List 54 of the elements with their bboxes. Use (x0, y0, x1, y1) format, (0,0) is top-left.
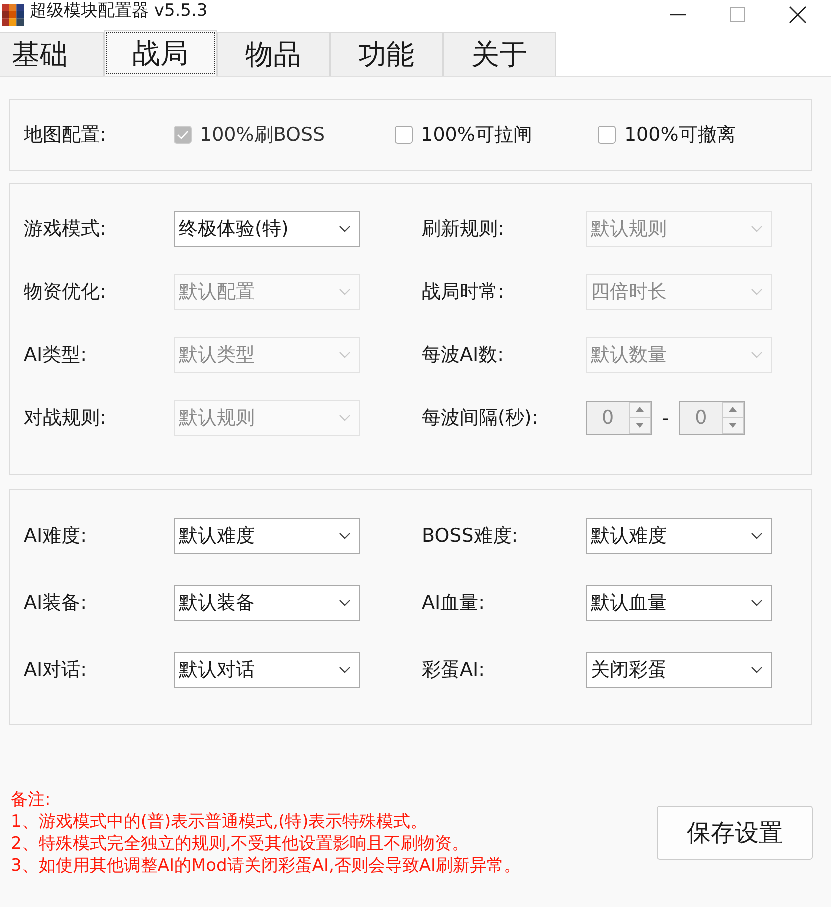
tab[interactable]: 功能 (330, 32, 443, 76)
tab[interactable]: 物品 (217, 32, 330, 76)
chevron-down-icon (339, 666, 351, 674)
chevron-down-icon (339, 532, 351, 540)
field-label: 对战规则: (24, 406, 108, 431)
app-icon (2, 4, 24, 26)
note-text: 备注: (11, 789, 52, 811)
note-text: 2、特殊模式完全独立的规则,不受其他设置影响且不刷物资。 (11, 833, 470, 855)
note-text: 3、如使用其他调整AI的Mod请关闭彩蛋AI,否则会导致AI刷新异常。 (11, 855, 522, 877)
chevron-down-icon (339, 599, 351, 607)
chevron-down-icon (751, 225, 763, 233)
field-label: 地图配置: (24, 123, 108, 148)
checkbox-label[interactable]: 100%可撤离 (624, 122, 736, 148)
field-label: AI装备: (24, 591, 88, 616)
field-label: 物资优化: (24, 280, 108, 305)
checkbox[interactable] (395, 126, 414, 144)
save-button[interactable]: 保存设置 (657, 806, 813, 860)
dropdown[interactable]: 默认血量 (586, 585, 772, 621)
field-label: 战局时常: (422, 280, 506, 305)
range-dash: - (662, 406, 670, 430)
chevron-down-icon (339, 351, 351, 359)
field-label: 彩蛋AI: (422, 658, 486, 683)
field-label: 游戏模式: (24, 217, 108, 242)
close-icon[interactable] (787, 4, 809, 26)
tab[interactable]: 关于 (443, 32, 556, 76)
note-text: 1、游戏模式中的(普)表示普通模式,(特)表示特殊模式。 (11, 811, 429, 833)
dropdown[interactable]: 默认对话 (174, 652, 360, 688)
chevron-down-icon (751, 532, 763, 540)
checkbox-label[interactable]: 100%可拉闸 (421, 122, 532, 148)
tab[interactable]: 基础 (0, 32, 104, 76)
chevron-down-icon (751, 666, 763, 674)
field-label: BOSS难度: (422, 524, 520, 549)
dropdown[interactable]: 终极体验(特) (174, 211, 360, 247)
tab[interactable]: 战局 (104, 30, 217, 76)
field-label: AI血量: (422, 591, 486, 616)
field-label: AI对话: (24, 658, 88, 683)
chevron-down-icon (751, 599, 763, 607)
window-title: 超级模块配置器 v5.5.3 (30, 0, 209, 22)
dropdown[interactable]: 默认难度 (174, 518, 360, 554)
field-label: AI难度: (24, 524, 88, 549)
chevron-down-icon (339, 225, 351, 233)
dropdown[interactable]: 关闭彩蛋 (586, 652, 772, 688)
field-label: AI类型: (24, 343, 88, 368)
chevron-down-icon (751, 351, 763, 359)
chevron-down-icon (339, 414, 351, 422)
chevron-down-icon (339, 288, 351, 296)
dropdown[interactable]: 默认难度 (586, 518, 772, 554)
checkmark-icon (177, 130, 189, 140)
field-label: 每波AI数: (422, 343, 506, 368)
field-label: 每波间隔(秒): (422, 406, 540, 431)
dropdown[interactable]: 默认装备 (174, 585, 360, 621)
chevron-down-icon (751, 288, 763, 296)
checkbox[interactable] (598, 126, 616, 144)
field-label: 刷新规则: (422, 217, 506, 242)
